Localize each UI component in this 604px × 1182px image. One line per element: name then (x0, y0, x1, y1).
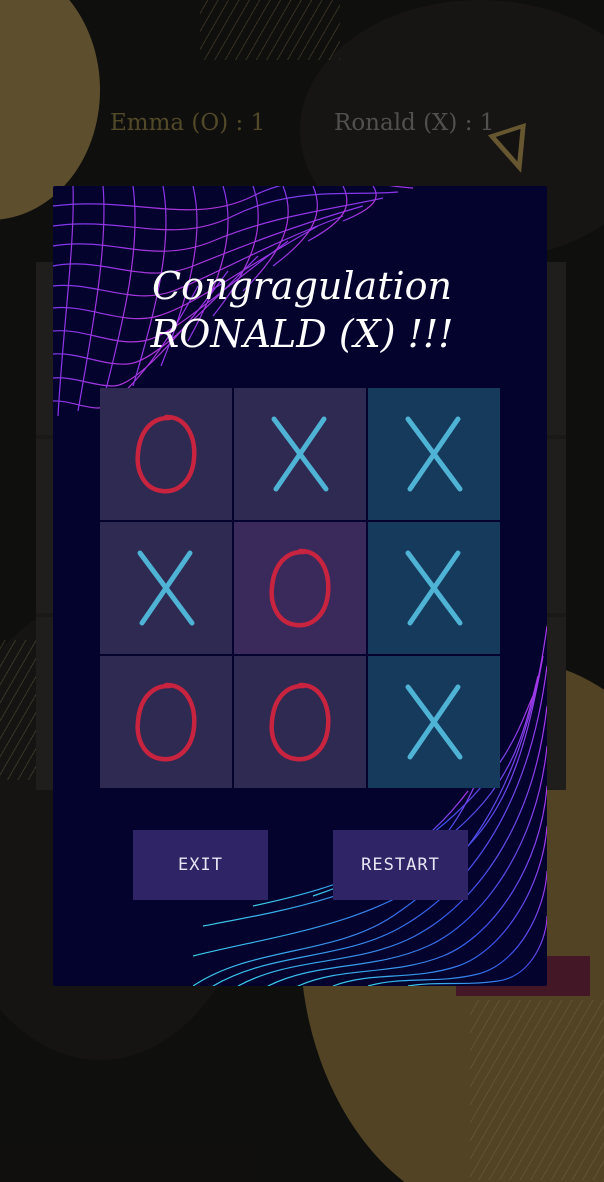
o-mark-icon (135, 414, 197, 494)
winner-title-line1: Congragulation (152, 264, 452, 308)
o-mark-icon (269, 548, 331, 628)
board-cell (234, 522, 366, 654)
exit-button[interactable]: EXIT (133, 830, 268, 900)
x-mark-icon (405, 684, 463, 760)
board-cell (368, 656, 500, 788)
x-mark-icon (405, 416, 463, 492)
x-mark-icon (137, 550, 195, 626)
o-mark-icon (135, 682, 197, 762)
board-cell (234, 656, 366, 788)
o-mark-icon (269, 682, 331, 762)
board-cell (234, 388, 366, 520)
x-mark-icon (271, 416, 329, 492)
game-board (100, 388, 500, 788)
board-cell (100, 388, 232, 520)
board-cell (100, 522, 232, 654)
winner-title-line2: RONALD (X) !!! (150, 312, 454, 356)
board-cell (368, 522, 500, 654)
board-cell (368, 388, 500, 520)
restart-button[interactable]: RESTART (333, 830, 468, 900)
board-cell (100, 656, 232, 788)
x-mark-icon (405, 550, 463, 626)
winner-title: Congragulation RONALD (X) !!! (0, 262, 604, 358)
